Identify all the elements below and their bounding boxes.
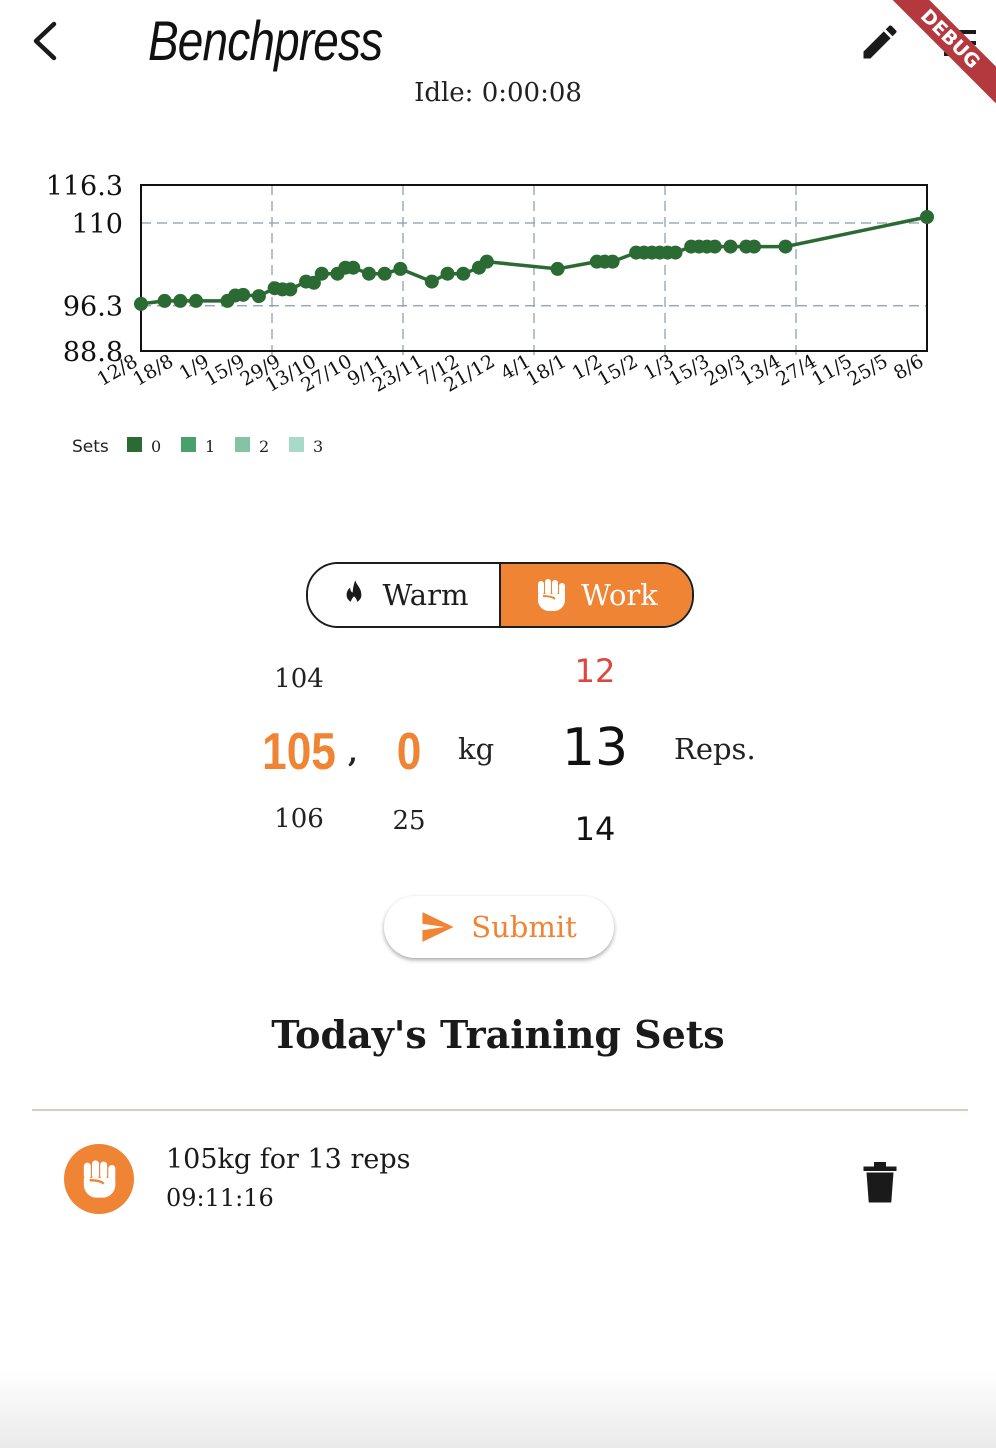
legend-swatch xyxy=(289,437,304,452)
data-point xyxy=(707,239,722,254)
data-point xyxy=(479,254,494,269)
weight-whole-selected[interactable]: 105 xyxy=(256,722,343,782)
chart-x-ticks: 12/818/81/915/929/913/1027/109/1123/117/… xyxy=(94,350,928,396)
data-point xyxy=(377,266,392,281)
data-point xyxy=(723,239,738,254)
y-tick-label: 116.3 xyxy=(46,171,123,202)
trash-icon xyxy=(863,1162,897,1203)
submit-button[interactable]: Submit xyxy=(384,896,614,958)
mode-toggle[interactable]: Warm Work xyxy=(306,562,694,628)
data-point xyxy=(456,266,471,281)
reps-unit: Reps. xyxy=(674,732,756,766)
weight-unit: kg xyxy=(458,732,495,766)
divider xyxy=(32,1109,968,1111)
pencil-icon xyxy=(863,25,897,59)
back-button[interactable] xyxy=(26,18,66,64)
reps-selected[interactable]: 13 xyxy=(544,718,646,778)
data-point xyxy=(361,266,376,281)
weight-fraction-selected[interactable]: 0 xyxy=(383,722,436,782)
set-time: 09:11:16 xyxy=(166,1184,274,1212)
data-point xyxy=(605,254,620,269)
data-point xyxy=(550,261,565,276)
data-point xyxy=(314,266,329,281)
legend-swatch xyxy=(181,437,196,452)
set-type-avatar xyxy=(64,1144,134,1214)
set-description: 105kg for 13 reps xyxy=(166,1144,411,1175)
fist-icon xyxy=(83,1160,116,1198)
data-point xyxy=(189,293,204,308)
reps-above[interactable]: 12 xyxy=(554,652,636,690)
data-point xyxy=(920,209,934,224)
sets-heading: Today's Training Sets xyxy=(271,1012,725,1057)
decimal-separator: , xyxy=(348,736,358,769)
weight-whole-below[interactable]: 106 xyxy=(258,804,340,834)
legend-label: 1 xyxy=(205,437,215,456)
reps-below[interactable]: 14 xyxy=(554,810,636,848)
bottom-shade xyxy=(0,1370,996,1448)
data-point xyxy=(747,239,762,254)
data-point xyxy=(283,282,298,297)
weight-fraction-below[interactable]: 25 xyxy=(378,806,440,836)
data-point xyxy=(778,239,793,254)
data-point xyxy=(134,296,148,311)
x-tick-label: 18/8 xyxy=(129,350,177,390)
legend-label: 2 xyxy=(259,437,269,456)
back-arrow-icon xyxy=(33,21,57,61)
warm-label: Warm xyxy=(382,578,469,612)
chart-grid xyxy=(141,185,927,357)
x-tick-label: 25/5 xyxy=(844,350,892,390)
data-point xyxy=(157,293,172,308)
chart-legend: Sets 0 1 2 3 xyxy=(72,437,323,457)
chart-y-ticks: 116.311096.388.8 xyxy=(46,171,123,368)
legend-swatch xyxy=(235,437,250,452)
x-tick-label: 15/2 xyxy=(594,350,642,390)
data-point xyxy=(236,287,251,302)
data-point xyxy=(424,274,439,289)
delete-set-button[interactable] xyxy=(862,1162,898,1204)
legend-title: Sets xyxy=(72,437,109,457)
work-option[interactable]: Work xyxy=(501,564,692,626)
data-point xyxy=(346,260,361,275)
y-tick-label: 110 xyxy=(71,209,123,240)
submit-label: Submit xyxy=(471,910,577,944)
x-tick-label: 18/1 xyxy=(522,350,570,390)
y-tick-label: 96.3 xyxy=(63,292,123,323)
legend-label: 0 xyxy=(151,437,161,456)
legend-swatch xyxy=(127,437,142,452)
data-point xyxy=(173,293,188,308)
work-label: Work xyxy=(581,578,658,612)
edit-button[interactable] xyxy=(858,20,902,64)
warm-option[interactable]: Warm xyxy=(308,564,501,626)
data-point xyxy=(393,261,408,276)
x-tick-label: 8/6 xyxy=(890,350,927,384)
data-point xyxy=(251,289,266,304)
idle-timer: Idle: 0:00:08 xyxy=(414,78,582,108)
data-point xyxy=(668,245,683,260)
progress-chart: 116.311096.388.8 12/818/81/915/929/913/1… xyxy=(46,171,934,457)
legend-label: 3 xyxy=(313,437,323,456)
send-icon xyxy=(422,912,454,942)
flame-icon xyxy=(346,580,361,605)
fist-icon xyxy=(538,579,566,611)
data-point xyxy=(440,266,455,281)
weight-whole-above[interactable]: 104 xyxy=(258,664,340,694)
page-title: Benchpress xyxy=(148,9,383,72)
